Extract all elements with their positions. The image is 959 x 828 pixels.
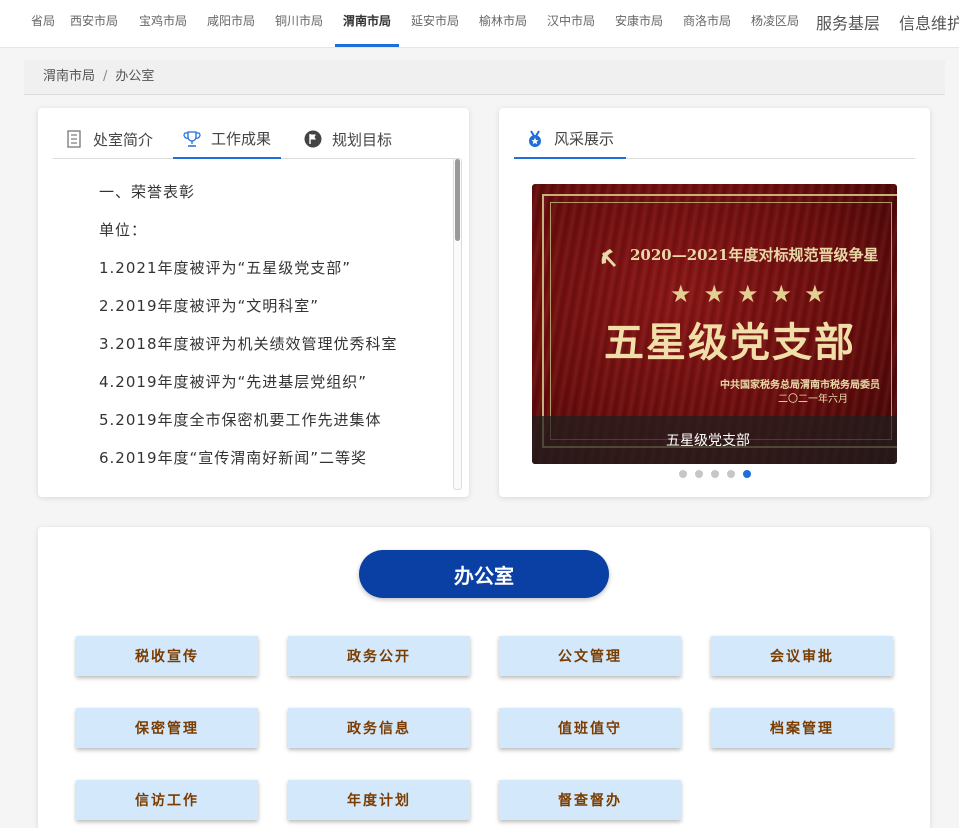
scrollbar[interactable] [453,158,462,490]
carousel-dot[interactable] [727,470,735,478]
government-information-button[interactable]: 政务信息 [288,708,470,748]
confidentiality-management-button[interactable]: 保密管理 [76,708,258,748]
carousel-dot[interactable] [695,470,703,478]
nav-item-hanzhong[interactable]: 汉中市局 [547,12,595,29]
plaque-title: 2020—2021年度对标规范晋级争星 [630,246,879,264]
trophy-icon [183,130,201,147]
tab-label: 风采展示 [554,130,615,148]
tab-department-intro[interactable]: 处室简介 [65,120,153,158]
duty-watch-button[interactable]: 值班值守 [499,708,681,748]
plaque-organization: 中共国家税务总局渭南市税务局委员 [720,380,880,391]
nav-item-shangluo[interactable]: 商洛市局 [683,12,731,29]
work-results-list: 一、荣誉表彰 单位： 1.2021年度被评为“五星级党支部” 2.2019年度被… [99,180,459,484]
breadcrumb: 渭南市局 / 办公室 [43,65,154,84]
showcase-card: 风采展示 2020—2021年度对标规范晋级争星 ★★★★★ 五星级党支部 中共… [499,108,930,497]
nav-item-yangling[interactable]: 杨凌区局 [751,12,799,29]
medal-icon [529,129,541,147]
list-item: 单位： [99,221,148,239]
tab-work-results[interactable]: 工作成果 [173,120,282,159]
list-item: 5.2019年度全市保密机要工作先进集体 [99,411,382,429]
tab-label: 处室简介 [93,130,154,149]
party-emblem-icon [601,249,616,267]
office-title-badge: 办公室 [359,550,609,598]
list-item: 4.2019年度被评为“先进基层党组织” [99,373,368,391]
tab-label: 工作成果 [211,130,272,148]
slide-caption-bar: 五星级党支部 [532,416,897,464]
breadcrumb-separator: / [103,69,108,84]
meeting-approval-button[interactable]: 会议审批 [711,636,893,676]
carousel-dot[interactable] [679,470,687,478]
archive-management-button[interactable]: 档案管理 [711,708,893,748]
petition-work-button[interactable]: 信访工作 [76,780,258,820]
nav-item-ankang[interactable]: 安康市局 [615,12,663,29]
nav-item-weinan[interactable]: 渭南市局 [343,12,391,29]
tab-planning-goals[interactable]: 规划目标 [304,120,392,158]
government-affairs-disclosure-button[interactable]: 政务公开 [288,636,470,676]
nav-link-service[interactable]: 服务基层 [816,10,880,34]
office-functions-card: 办公室 税收宣传 政务公开 公文管理 会议审批 保密管理 政务信息 值班值守 档… [38,527,930,828]
top-navigation: 省局 西安市局 宝鸡市局 咸阳市局 铜川市局 渭南市局 延安市局 榆林市局 汉中… [0,0,959,48]
plaque-main-text: 五星级党支部 [604,319,856,366]
nav-item-yanan[interactable]: 延安市局 [411,12,459,29]
nav-item-yulin[interactable]: 榆林市局 [479,12,527,29]
breadcrumb-current: 办公室 [115,69,155,84]
nav-item-xianyang[interactable]: 咸阳市局 [207,12,255,29]
nav-item-baoji[interactable]: 宝鸡市局 [139,12,187,29]
nav-item-province[interactable]: 省局 [31,12,55,29]
list-item: 2.2019年度被评为“文明科室” [99,297,320,315]
nav-item-tongchuan[interactable]: 铜川市局 [275,12,323,29]
supervision-button[interactable]: 督查督办 [499,780,681,820]
nav-link-info-maintenance[interactable]: 信息维护 [899,10,959,34]
info-tabs: 处室简介 工作成果 规划目标 [53,120,454,159]
tab-showcase[interactable]: 风采展示 [514,120,627,159]
carousel-slide-image[interactable]: 2020—2021年度对标规范晋级争星 ★★★★★ 五星级党支部 中共国家税务总… [532,184,897,464]
list-item: 6.2019年度“宣传渭南好新闻”二等奖 [99,449,368,467]
list-item: 1.2021年度被评为“五星级党支部” [99,259,352,277]
annual-plan-button[interactable]: 年度计划 [288,780,470,820]
carousel-dot-active[interactable] [743,470,751,478]
document-management-button[interactable]: 公文管理 [499,636,681,676]
nav-active-indicator [335,44,399,47]
tab-label: 规划目标 [332,130,393,149]
slide-caption: 五星级党支部 [666,433,750,449]
list-item: 3.2018年度被评为机关绩效管理优秀科室 [99,335,398,353]
scrollbar-thumb[interactable] [455,159,460,241]
breadcrumb-root[interactable]: 渭南市局 [43,69,95,84]
document-icon [67,130,81,148]
carousel-dot[interactable] [711,470,719,478]
nav-item-xian[interactable]: 西安市局 [70,12,118,29]
flag-icon [304,130,322,148]
plaque-stars: ★★★★★ [670,280,838,308]
plaque-date: 二〇二一年六月 [778,394,848,405]
tax-promotion-button[interactable]: 税收宣传 [76,636,258,676]
list-item: 一、荣誉表彰 [99,183,196,201]
department-info-card: 处室简介 工作成果 规划目标 一、荣誉表彰 单位： 1.2021年度被评为“五星… [38,108,469,497]
breadcrumb-bar: 渭南市局 / 办公室 [24,60,945,95]
showcase-tabs: 风采展示 [514,120,915,159]
